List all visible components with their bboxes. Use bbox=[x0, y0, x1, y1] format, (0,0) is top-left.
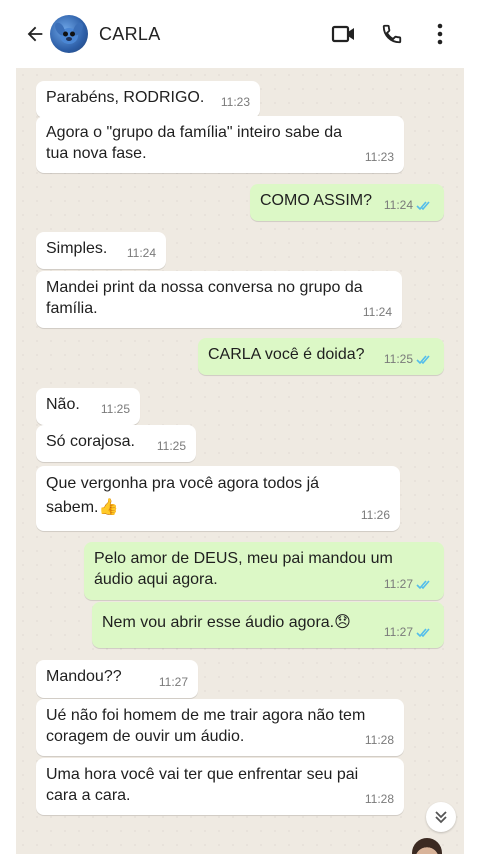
contact-avatar[interactable] bbox=[50, 15, 88, 53]
message-text: Que vergonha pra você agora todos já sab… bbox=[46, 475, 320, 516]
header-actions bbox=[320, 10, 464, 58]
message-incoming[interactable]: Mandei print da nossa conversa no grupo … bbox=[36, 271, 402, 328]
message-time: 11:27 bbox=[158, 675, 188, 689]
message-time: 11:27 bbox=[384, 574, 434, 595]
double-check-icon bbox=[416, 580, 430, 590]
message-time-text: 11:27 bbox=[383, 625, 413, 639]
message-time-text: 11:25 bbox=[383, 352, 413, 366]
double-chevron-down-icon bbox=[435, 811, 447, 824]
message-outgoing[interactable]: Nem vou abrir esse áudio agora.😞 11:27 bbox=[92, 602, 444, 648]
message-outgoing[interactable]: Pelo amor de DEUS, meu pai mandou um áud… bbox=[84, 542, 444, 600]
arrow-left-icon bbox=[27, 26, 43, 42]
message-time: 11:27 bbox=[384, 622, 434, 643]
chat-header: CARLA bbox=[16, 0, 464, 68]
message-incoming[interactable]: Não. 11:25 bbox=[36, 388, 140, 425]
video-camera-icon bbox=[331, 25, 354, 43]
message-time: 11:25 bbox=[156, 439, 186, 453]
double-check-icon bbox=[416, 628, 430, 638]
sender-avatar bbox=[412, 838, 442, 854]
message-text: Mandei print da nossa conversa no grupo … bbox=[46, 279, 363, 317]
phone-icon bbox=[382, 24, 402, 44]
message-time: 11:23 bbox=[220, 95, 250, 109]
message-incoming[interactable]: Ué não foi homem de me trair agora não t… bbox=[36, 699, 404, 756]
scroll-to-bottom-button[interactable] bbox=[426, 802, 456, 832]
message-time: 11:24 bbox=[126, 246, 156, 260]
frame-right bbox=[464, 0, 480, 854]
double-check-icon bbox=[416, 201, 430, 211]
double-check-icon bbox=[416, 355, 430, 365]
message-incoming[interactable]: Agora o "grupo da família" inteiro sabe … bbox=[36, 116, 404, 173]
message-time: 11:25 bbox=[100, 402, 130, 416]
message-text: Parabéns, RODRIGO. bbox=[46, 89, 205, 106]
more-vertical-icon bbox=[437, 23, 443, 45]
message-time: 11:24 bbox=[362, 305, 392, 319]
video-call-button[interactable] bbox=[320, 10, 368, 58]
contact-name[interactable]: CARLA bbox=[99, 24, 161, 45]
avatar-character-icon bbox=[55, 22, 83, 44]
message-time: 11:25 bbox=[384, 349, 434, 370]
message-incoming[interactable]: Mandou?? 11:27 bbox=[36, 660, 198, 698]
message-time-text: 11:27 bbox=[383, 577, 413, 591]
message-time: 11:28 bbox=[364, 733, 394, 747]
message-time-text: 11:24 bbox=[383, 198, 413, 212]
message-incoming[interactable]: Uma hora você vai ter que enfrentar seu … bbox=[36, 758, 404, 815]
message-text: Uma hora você vai ter que enfrentar seu … bbox=[46, 766, 359, 804]
message-text: Ué não foi homem de me trair agora não t… bbox=[46, 707, 366, 745]
message-list[interactable]: Parabéns, RODRIGO. 11:23 Agora o "grupo … bbox=[16, 68, 464, 854]
message-outgoing[interactable]: COMO ASSIM? 11:24 bbox=[250, 184, 444, 221]
message-outgoing[interactable]: CARLA você é doida? 11:25 bbox=[198, 338, 444, 375]
message-time: 11:28 bbox=[364, 792, 394, 806]
frame-left bbox=[0, 0, 16, 854]
voice-call-button[interactable] bbox=[368, 10, 416, 58]
message-incoming[interactable]: Só corajosa. 11:25 bbox=[36, 425, 196, 462]
message-incoming[interactable]: Que vergonha pra você agora todos já sab… bbox=[36, 466, 400, 531]
message-incoming[interactable]: Parabéns, RODRIGO. 11:23 bbox=[36, 81, 260, 118]
message-text: Agora o "grupo da família" inteiro sabe … bbox=[46, 124, 342, 162]
message-time: 11:26 bbox=[360, 508, 390, 522]
message-time: 11:23 bbox=[364, 150, 394, 164]
back-button[interactable] bbox=[20, 14, 50, 54]
message-incoming[interactable]: Simples. 11:24 bbox=[36, 232, 166, 269]
more-options-button[interactable] bbox=[416, 10, 464, 58]
message-time: 11:24 bbox=[384, 195, 434, 216]
